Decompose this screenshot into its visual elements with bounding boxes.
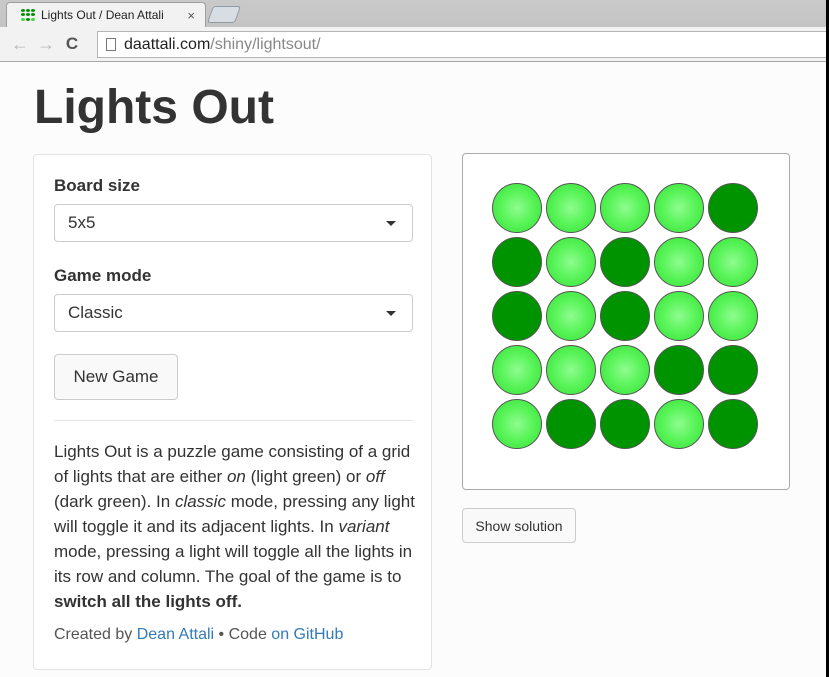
- new-game-button[interactable]: New Game: [54, 354, 178, 400]
- address-bar[interactable]: daattali.com /shiny/lightsout/: [97, 31, 826, 58]
- board-size-value: 5x5: [68, 213, 96, 232]
- game-mode-select[interactable]: Classic: [54, 294, 413, 332]
- light-r2-c1-off[interactable]: [492, 237, 542, 287]
- new-tab-button[interactable]: [206, 6, 242, 23]
- close-tab-icon[interactable]: ×: [187, 8, 195, 23]
- light-r1-c2-on[interactable]: [546, 183, 596, 233]
- light-r1-c5-off[interactable]: [708, 183, 758, 233]
- browser-toolbar: ← → C daattali.com /shiny/lightsout/: [0, 27, 826, 62]
- light-r3-c1-off[interactable]: [492, 291, 542, 341]
- light-r4-c2-on[interactable]: [546, 345, 596, 395]
- light-r5-c2-off[interactable]: [546, 399, 596, 449]
- light-r3-c5-on[interactable]: [708, 291, 758, 341]
- browser-chrome: Lights Out / Dean Attali × ← → C daattal…: [0, 0, 826, 62]
- light-r3-c2-on[interactable]: [546, 291, 596, 341]
- chevron-down-icon: [386, 221, 396, 226]
- tab-strip: Lights Out / Dean Attali ×: [0, 0, 826, 27]
- light-r4-c3-on[interactable]: [600, 345, 650, 395]
- game-mode-value: Classic: [68, 303, 123, 322]
- light-r1-c1-on[interactable]: [492, 183, 542, 233]
- light-r2-c3-off[interactable]: [600, 237, 650, 287]
- author-link[interactable]: Dean Attali: [137, 626, 214, 643]
- divider: [54, 420, 413, 421]
- light-r1-c3-on[interactable]: [600, 183, 650, 233]
- url-host: daattali.com: [124, 35, 211, 53]
- chevron-down-icon: [386, 311, 396, 316]
- tab-title: Lights Out / Dean Attali: [41, 8, 164, 22]
- reload-icon[interactable]: C: [59, 34, 85, 54]
- light-r2-c4-on[interactable]: [654, 237, 704, 287]
- board-size-label: Board size: [54, 176, 140, 195]
- page-content: Lights Out Board size 5x5 Game mode Clas…: [0, 62, 826, 677]
- light-r3-c4-on[interactable]: [654, 291, 704, 341]
- light-r4-c4-off[interactable]: [654, 345, 704, 395]
- board-panel: [462, 153, 790, 490]
- light-r3-c3-off[interactable]: [600, 291, 650, 341]
- light-r5-c3-off[interactable]: [600, 399, 650, 449]
- forward-icon[interactable]: →: [33, 34, 59, 55]
- board-size-select[interactable]: 5x5: [54, 204, 413, 242]
- credit-line: Created by Dean Attali • Code on GitHub: [54, 626, 344, 643]
- light-r4-c5-off[interactable]: [708, 345, 758, 395]
- page-icon: [106, 38, 116, 51]
- show-solution-button[interactable]: Show solution: [462, 508, 576, 543]
- light-r2-c2-on[interactable]: [546, 237, 596, 287]
- light-r4-c1-on[interactable]: [492, 345, 542, 395]
- url-path: /shiny/lightsout/: [210, 35, 321, 53]
- github-link[interactable]: on GitHub: [271, 626, 343, 643]
- light-r5-c1-on[interactable]: [492, 399, 542, 449]
- light-r2-c5-on[interactable]: [708, 237, 758, 287]
- light-r5-c5-off[interactable]: [708, 399, 758, 449]
- page-title: Lights Out: [34, 81, 274, 134]
- game-mode-label: Game mode: [54, 266, 152, 285]
- light-r1-c4-on[interactable]: [654, 183, 704, 233]
- light-r5-c4-on[interactable]: [654, 399, 704, 449]
- browser-tab[interactable]: Lights Out / Dean Attali ×: [6, 2, 206, 27]
- game-board: [492, 183, 758, 449]
- lights-favicon-icon: [21, 9, 35, 21]
- back-icon[interactable]: ←: [7, 34, 33, 55]
- controls-panel: Board size 5x5 Game mode Classic New Gam…: [33, 154, 432, 670]
- game-description: Lights Out is a puzzle game consisting o…: [54, 442, 415, 611]
